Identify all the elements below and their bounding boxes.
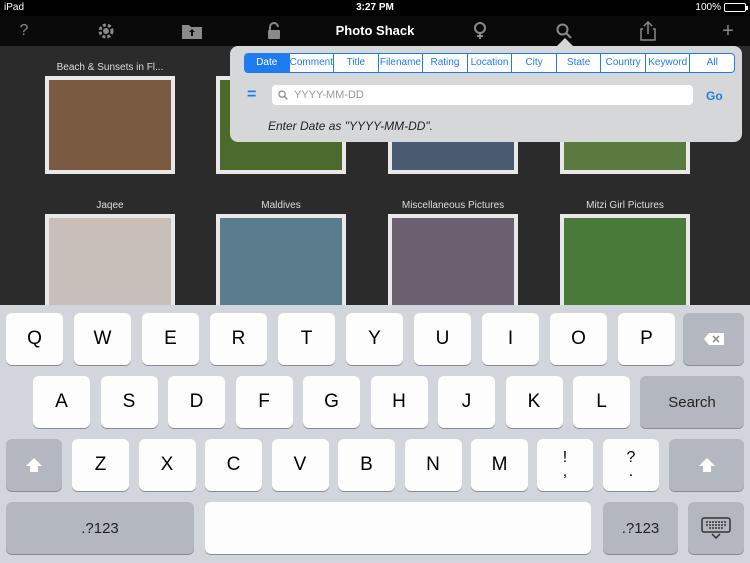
key-w[interactable]: W bbox=[74, 313, 131, 365]
key-v[interactable]: V bbox=[271, 439, 329, 491]
key-u[interactable]: U bbox=[414, 313, 471, 365]
filter-tab-state[interactable]: State bbox=[557, 54, 602, 72]
status-time: 3:27 PM bbox=[356, 2, 394, 13]
search-hint: Enter Date as "YYYY-MM-DD". bbox=[268, 119, 433, 133]
delete-key[interactable] bbox=[683, 313, 744, 365]
operator-button[interactable]: = bbox=[247, 86, 256, 104]
album-item[interactable]: Miscellaneous Pictures bbox=[368, 200, 538, 312]
status-bar: iPad 3:27 PM 100% bbox=[0, 0, 750, 16]
album-thumbnail bbox=[388, 214, 518, 312]
shift-key-right[interactable] bbox=[669, 439, 744, 491]
search-icon bbox=[278, 90, 288, 100]
album-thumbnail bbox=[45, 214, 175, 312]
key-p[interactable]: P bbox=[618, 313, 675, 365]
search-field[interactable] bbox=[272, 85, 693, 105]
filter-segmented-control: Date Comment Title Filename Rating Location Ci… bbox=[244, 53, 735, 73]
key-s[interactable]: S bbox=[100, 376, 158, 428]
app-toolbar: ? Photo Shack + bbox=[0, 16, 750, 46]
key-g[interactable]: G bbox=[303, 376, 360, 428]
shift-icon bbox=[26, 458, 42, 472]
key-r[interactable]: R bbox=[210, 313, 267, 365]
filter-icon[interactable] bbox=[468, 20, 492, 42]
battery-icon bbox=[724, 3, 748, 12]
lock-icon[interactable] bbox=[262, 20, 286, 42]
backspace-icon bbox=[703, 333, 724, 345]
key-j[interactable]: J bbox=[438, 376, 495, 428]
filter-tab-keyword[interactable]: Keyword bbox=[646, 54, 691, 72]
album-label: Mitzi Girl Pictures bbox=[586, 200, 664, 211]
filter-tab-all[interactable]: All bbox=[690, 54, 734, 72]
key-label-bottom: . bbox=[628, 463, 634, 480]
share-icon[interactable] bbox=[636, 20, 660, 42]
app-title: Photo Shack bbox=[335, 23, 415, 38]
filter-tab-date[interactable]: Date bbox=[245, 54, 290, 72]
key-f[interactable]: F bbox=[235, 376, 293, 428]
filter-tab-title[interactable]: Title bbox=[334, 54, 379, 72]
key-i[interactable]: I bbox=[482, 313, 539, 365]
go-button[interactable]: Go bbox=[706, 89, 723, 103]
gear-icon[interactable] bbox=[94, 20, 118, 42]
album-thumbnail bbox=[560, 214, 690, 312]
album-thumbnail bbox=[45, 76, 175, 174]
key-exclaim-comma[interactable]: ! , bbox=[537, 439, 593, 491]
key-d[interactable]: D bbox=[168, 376, 225, 428]
key-label-bottom: , bbox=[562, 463, 568, 480]
album-item[interactable]: Jaqee bbox=[25, 200, 195, 312]
key-m[interactable]: M bbox=[471, 439, 528, 491]
album-thumbnail bbox=[216, 214, 346, 312]
key-a[interactable]: A bbox=[33, 376, 90, 428]
battery-percent: 100% bbox=[695, 2, 721, 13]
album-label: Miscellaneous Pictures bbox=[401, 200, 505, 211]
hide-keyboard-key[interactable] bbox=[688, 502, 744, 554]
search-popover: Date Comment Title Filename Rating Location Ci… bbox=[230, 38, 742, 142]
album-label: Jaqee bbox=[96, 200, 124, 211]
key-h[interactable]: H bbox=[370, 376, 428, 428]
filter-tab-city[interactable]: City bbox=[512, 54, 557, 72]
filter-tab-country[interactable]: Country bbox=[601, 54, 646, 72]
key-e[interactable]: E bbox=[142, 313, 199, 365]
key-c[interactable]: C bbox=[205, 439, 262, 491]
album-item[interactable]: Beach & Sunsets in Fl... bbox=[25, 62, 195, 174]
keyboard-hide-icon bbox=[701, 517, 731, 539]
key-question-period[interactable]: ? . bbox=[603, 439, 659, 491]
filter-tab-comment[interactable]: Comment bbox=[290, 54, 335, 72]
shift-icon bbox=[698, 458, 715, 472]
key-b[interactable]: B bbox=[338, 439, 395, 491]
album-label: Beach & Sunsets in Fl... bbox=[56, 62, 164, 73]
filter-tab-filename[interactable]: Filename bbox=[379, 54, 424, 72]
space-key[interactable] bbox=[205, 502, 591, 554]
album-label: Maldives bbox=[261, 200, 301, 211]
status-right: 100% bbox=[695, 2, 748, 13]
shift-key-left[interactable] bbox=[6, 439, 62, 491]
search-key[interactable]: Search bbox=[640, 376, 744, 428]
key-n[interactable]: N bbox=[404, 439, 462, 491]
key-o[interactable]: O bbox=[550, 313, 607, 365]
plus-icon[interactable]: + bbox=[716, 20, 740, 42]
key-q[interactable]: Q bbox=[6, 313, 63, 365]
filter-tab-location[interactable]: Location bbox=[468, 54, 513, 72]
numbers-key-right[interactable]: .?123 bbox=[603, 502, 678, 554]
album-item[interactable]: Maldives bbox=[196, 200, 366, 312]
onscreen-keyboard: Search ! , ? . .?123 .?123 QWERTYUIOP ASD… bbox=[0, 305, 750, 563]
key-y[interactable]: Y bbox=[346, 313, 403, 365]
key-z[interactable]: Z bbox=[72, 439, 129, 491]
key-x[interactable]: X bbox=[138, 439, 196, 491]
help-icon[interactable]: ? bbox=[12, 20, 36, 42]
numbers-key-left[interactable]: .?123 bbox=[6, 502, 194, 554]
search-input[interactable] bbox=[294, 89, 674, 101]
filter-tab-rating[interactable]: Rating bbox=[423, 54, 468, 72]
key-t[interactable]: T bbox=[278, 313, 335, 365]
key-k[interactable]: K bbox=[505, 376, 563, 428]
key-l[interactable]: L bbox=[573, 376, 630, 428]
album-item[interactable]: Mitzi Girl Pictures bbox=[540, 200, 710, 312]
folder-upload-icon[interactable] bbox=[180, 20, 204, 42]
